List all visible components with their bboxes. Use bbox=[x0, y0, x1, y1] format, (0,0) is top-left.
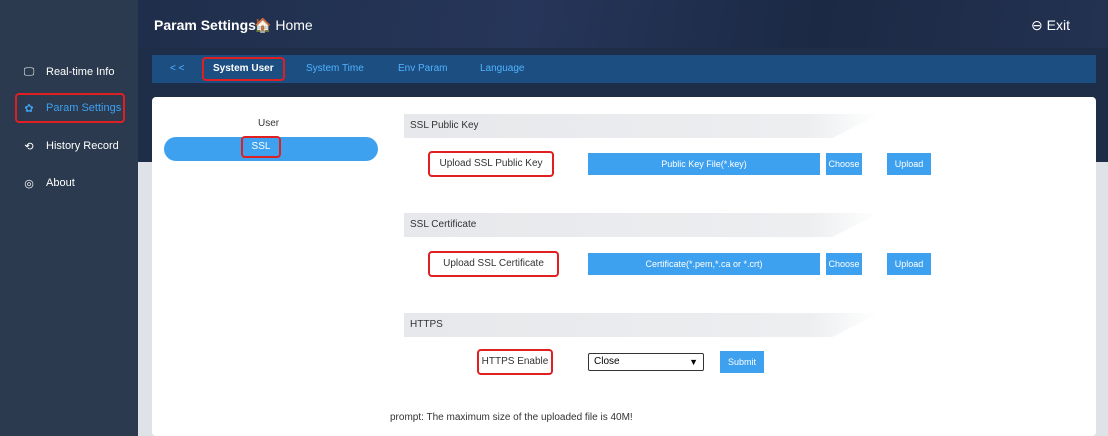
top-header: Param Settings 🏠 Home ⊖ Exit bbox=[138, 0, 1108, 48]
tab-bar: < < System User System Time Env Param La… bbox=[152, 55, 1096, 83]
page-title: Param Settings bbox=[154, 17, 256, 33]
tab-language[interactable]: Language bbox=[480, 55, 525, 83]
info-icon: ◎ bbox=[24, 177, 34, 190]
exit-button[interactable]: ⊖ Exit bbox=[1031, 17, 1070, 34]
upload-certificate-label: Upload SSL Certificate bbox=[428, 251, 559, 277]
home-label: Home bbox=[275, 17, 313, 33]
history-icon: ⟲ bbox=[24, 140, 34, 153]
upload-public-key-button[interactable]: Upload bbox=[887, 153, 931, 175]
tab-system-user[interactable]: System User bbox=[202, 57, 285, 81]
subnav-item-ssl-label: SSL bbox=[241, 136, 281, 158]
sidebar-item-history-record[interactable]: ⟲ History Record bbox=[0, 132, 138, 160]
tab-env-param[interactable]: Env Param bbox=[398, 55, 447, 83]
tab-back-button[interactable]: < < bbox=[170, 55, 184, 83]
upload-certificate-button[interactable]: Upload bbox=[887, 253, 931, 275]
https-select-value: Close bbox=[594, 356, 620, 367]
choose-certificate-button[interactable]: Choose bbox=[826, 253, 862, 275]
https-submit-button[interactable]: Submit bbox=[720, 351, 764, 373]
https-enable-label: HTTPS Enable bbox=[477, 349, 553, 375]
sidebar-item-param-settings[interactable]: ✿ Param Settings bbox=[15, 93, 125, 123]
upload-public-key-label: Upload SSL Public Key bbox=[428, 151, 554, 177]
exit-label: Exit bbox=[1046, 17, 1070, 33]
section-header-https: HTTPS bbox=[404, 313, 880, 337]
https-enable-select[interactable]: Close ▼ bbox=[588, 353, 704, 371]
monitor-icon: 🖵 bbox=[23, 65, 35, 78]
home-icon: 🏠 bbox=[254, 17, 272, 33]
section-header-ssl-certificate: SSL Certificate bbox=[404, 213, 880, 237]
tab-system-time[interactable]: System Time bbox=[306, 55, 364, 83]
upload-size-prompt: prompt: The maximum size of the uploaded… bbox=[390, 412, 633, 423]
sidebar-item-label: Param Settings bbox=[46, 102, 122, 114]
subnav-item-user[interactable]: User bbox=[258, 118, 279, 129]
exit-icon: ⊖ bbox=[1031, 17, 1043, 33]
gear-icon: ✿ bbox=[24, 102, 34, 115]
sidebar-item-label: About bbox=[46, 177, 75, 189]
chevron-down-icon: ▼ bbox=[689, 357, 698, 367]
home-link[interactable]: 🏠 Home bbox=[254, 17, 313, 34]
public-key-file-input[interactable]: Public Key File(*.key) bbox=[588, 153, 820, 175]
certificate-file-input[interactable]: Certificate(*.pem,*.ca or *.crt) bbox=[588, 253, 820, 275]
choose-public-key-button[interactable]: Choose bbox=[826, 153, 862, 175]
logo-area bbox=[0, 0, 138, 48]
sidebar-item-about[interactable]: ◎ About bbox=[0, 169, 138, 197]
sidebar-item-realtime-info[interactable]: 🖵 Real-time Info bbox=[0, 58, 138, 86]
sidebar-item-label: History Record bbox=[46, 140, 119, 152]
sidebar-item-label: Real-time Info bbox=[46, 66, 115, 78]
section-header-ssl-public-key: SSL Public Key bbox=[404, 114, 880, 138]
